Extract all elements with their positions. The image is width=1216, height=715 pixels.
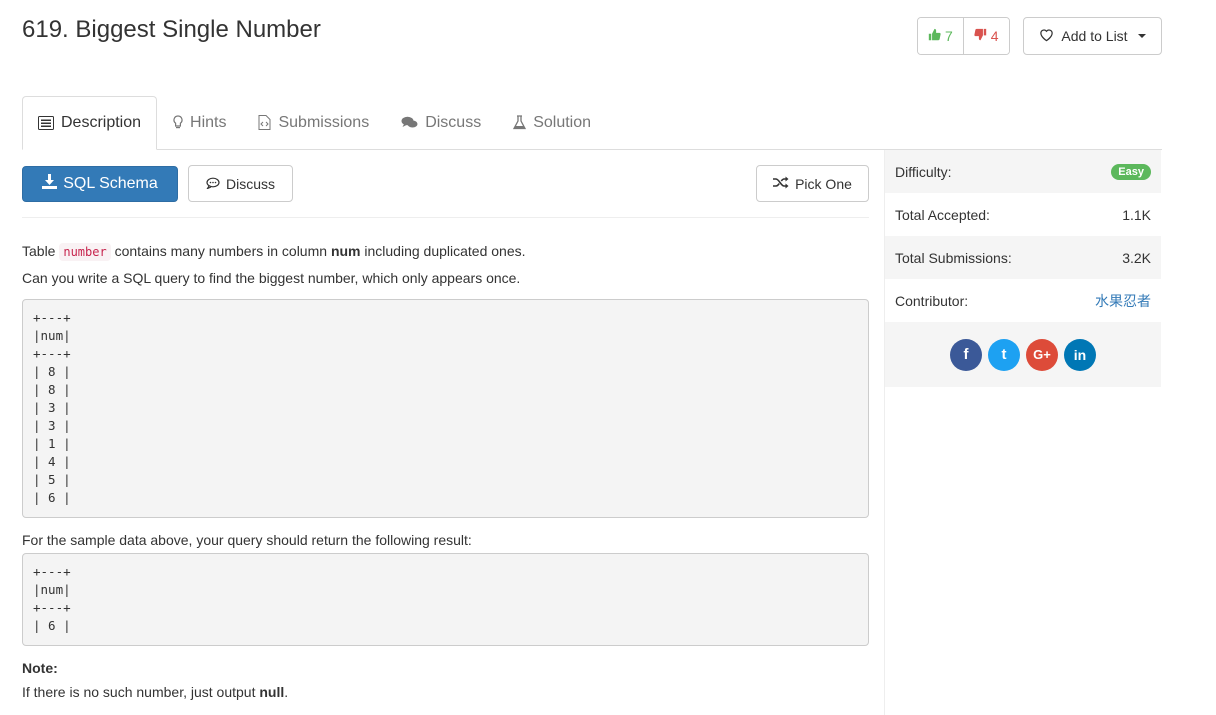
contributor-link[interactable]: 水果忍者	[1095, 291, 1151, 311]
question-paragraph: Can you write a SQL query to find the bi…	[22, 270, 521, 286]
twitter-icon[interactable]: t	[988, 338, 1020, 371]
intro-text-end: including duplicated ones.	[360, 243, 526, 259]
intro-paragraph: Table number contains many numbers in co…	[22, 240, 869, 263]
discuss-label: Discuss	[225, 175, 275, 192]
caret-down-icon	[1137, 34, 1146, 38]
flask-icon	[513, 115, 527, 130]
result-intro: For the sample data above, your query sh…	[22, 532, 472, 548]
downvote-button[interactable]: 4	[962, 18, 1009, 54]
contributor-row: Contributor: 水果忍者	[885, 279, 1161, 322]
tab-hints[interactable]: Hints	[157, 96, 242, 149]
table-name-code: number	[59, 243, 111, 261]
tab-submissions[interactable]: Submissions	[242, 96, 385, 149]
code-file-icon	[258, 115, 271, 130]
social-share: f t G+ in	[885, 322, 1161, 387]
problem-stats-sidebar: Difficulty: Easy Total Accepted: 1.1K To…	[884, 150, 1161, 715]
note-label: Note:	[22, 660, 58, 676]
accepted-row: Total Accepted: 1.1K	[885, 193, 1161, 236]
upvote-count: 7	[945, 28, 953, 44]
tab-discuss[interactable]: Discuss	[385, 96, 497, 149]
tab-discuss-label: Discuss	[425, 113, 482, 131]
thumbs-down-icon	[974, 28, 987, 44]
facebook-icon[interactable]: f	[950, 338, 982, 371]
difficulty-row: Difficulty: Easy	[885, 150, 1161, 193]
tab-solution[interactable]: Solution	[497, 96, 607, 149]
lightbulb-icon	[173, 115, 183, 130]
upvote-button[interactable]: 7	[918, 18, 963, 54]
sql-schema-button[interactable]: SQL Schema	[22, 166, 178, 202]
submissions-row: Total Submissions: 3.2K	[885, 236, 1161, 279]
add-to-list-button[interactable]: Add to List	[1023, 17, 1162, 55]
accepted-value: 1.1K	[1122, 206, 1151, 223]
result-table-block: +---+ |num| +---+ | 6 |	[22, 553, 869, 646]
sql-schema-label: SQL Schema	[63, 175, 158, 192]
heart-icon	[1039, 28, 1054, 45]
downvote-count: 4	[990, 28, 999, 44]
note-heading: Note:	[22, 657, 869, 679]
comment-icon	[206, 176, 220, 192]
intro-text-start: Table	[22, 243, 60, 259]
thumbs-up-icon	[928, 28, 941, 44]
accepted-label: Total Accepted:	[895, 206, 990, 223]
comments-icon	[401, 116, 418, 130]
discuss-button[interactable]: Discuss	[188, 165, 293, 202]
tab-submissions-label: Submissions	[278, 113, 370, 131]
difficulty-badge: Easy	[1111, 163, 1151, 180]
note-period: .	[284, 684, 289, 700]
tab-hints-label: Hints	[190, 113, 227, 131]
toolbar-divider	[22, 217, 869, 218]
problem-description: Table number contains many numbers in co…	[22, 240, 869, 703]
pick-one-button[interactable]: Pick One	[756, 165, 869, 202]
pick-one-label: Pick One	[795, 175, 852, 192]
note-text: If there is no such number, just output	[22, 684, 260, 700]
submissions-label: Total Submissions:	[895, 249, 1012, 266]
problem-title: 619. Biggest Single Number	[22, 16, 321, 43]
description-icon	[38, 116, 54, 130]
google-plus-icon[interactable]: G+	[1026, 338, 1058, 371]
tab-description-label: Description	[61, 114, 142, 131]
tab-solution-label: Solution	[533, 113, 592, 131]
submissions-value: 3.2K	[1122, 249, 1151, 266]
download-icon	[42, 174, 58, 194]
tab-description[interactable]: Description	[22, 96, 158, 150]
problem-tabs: Description Hints Submissions Discuss So…	[22, 96, 1162, 150]
add-to-list-label: Add to List	[1061, 28, 1128, 44]
vote-group: 7 4	[917, 17, 1010, 55]
difficulty-label: Difficulty:	[895, 163, 952, 180]
null-value: null	[259, 684, 285, 700]
intro-text-middle: contains many numbers in column	[110, 243, 331, 259]
note-paragraph: If there is no such number, just output …	[22, 681, 869, 703]
shuffle-icon	[773, 176, 789, 192]
column-name: num	[330, 243, 361, 259]
contributor-label: Contributor:	[895, 292, 969, 309]
linkedin-icon[interactable]: in	[1064, 338, 1096, 371]
sample-table-block: +---+ |num| +---+ | 8 | | 8 | | 3 | | 3 …	[22, 299, 869, 518]
